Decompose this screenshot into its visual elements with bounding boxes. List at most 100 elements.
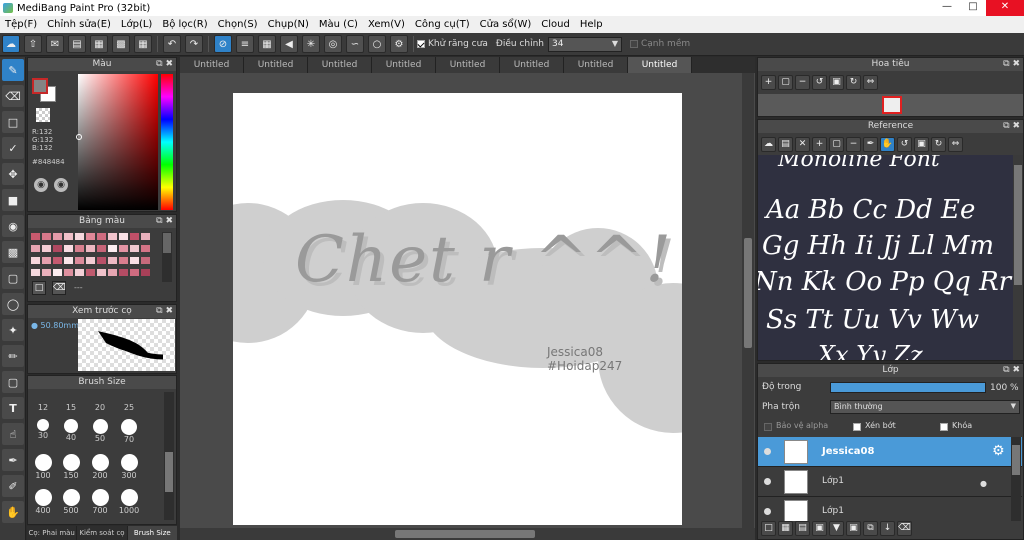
panel-float-close-icons[interactable]: ⧉ ✖ — [156, 58, 173, 71]
actual-size-icon[interactable]: ▣ — [829, 75, 844, 90]
swatch-chip[interactable] — [42, 233, 51, 240]
add-swatch-icon[interactable]: □ — [32, 281, 46, 295]
tab-brush-control[interactable]: Kiểm soát cọ — [77, 526, 128, 540]
rotate-left-icon[interactable]: ↺ — [812, 75, 827, 90]
lock-checkbox[interactable] — [940, 423, 948, 431]
fit-icon[interactable]: ▢ — [778, 75, 793, 90]
snap-curve-icon[interactable]: ∽ — [346, 35, 364, 53]
magic-wand-icon[interactable]: ✦ — [2, 319, 24, 341]
swatch-chip[interactable] — [64, 245, 73, 252]
doc-tab[interactable]: Untitled — [372, 57, 436, 73]
snap-settings-icon[interactable]: ⚙ — [390, 35, 408, 53]
doc-tab[interactable]: Untitled — [180, 57, 244, 73]
share-icon[interactable]: ⇧ — [24, 35, 42, 53]
navigator-preview[interactable] — [758, 94, 1023, 116]
swatch-grid[interactable] — [30, 232, 160, 280]
close-reference-icon[interactable]: ✕ — [795, 137, 810, 152]
swatch-chip[interactable] — [42, 245, 51, 252]
doc-tab[interactable]: Untitled — [500, 57, 564, 73]
new-folder-icon[interactable]: ▣ — [846, 521, 861, 536]
swatch-chip[interactable] — [53, 233, 62, 240]
doc-tab[interactable]: Untitled — [308, 57, 372, 73]
swatch-chip[interactable] — [97, 233, 106, 240]
swatch-chip[interactable] — [108, 233, 117, 240]
menu-cloud[interactable]: Cloud — [536, 19, 575, 30]
bucket-tool-icon[interactable]: ◉ — [2, 215, 24, 237]
rotate-right-icon[interactable]: ↻ — [931, 137, 946, 152]
pen-tool-icon[interactable]: ✐ — [2, 475, 24, 497]
fill-shape-icon[interactable]: ■ — [2, 189, 24, 211]
maximize-button[interactable]: □ — [960, 0, 986, 16]
snap-off-icon[interactable]: ⊘ — [214, 35, 232, 53]
panel-float-close-icons[interactable]: ⧉ ✖ — [1003, 120, 1020, 133]
eyedropper-icon[interactable]: ✒ — [863, 137, 878, 152]
flip-icon[interactable]: ⇔ — [863, 75, 878, 90]
brush-size-cell[interactable]: 25 — [114, 403, 144, 412]
panel-float-close-icons[interactable]: ⧉ ✖ — [156, 215, 173, 228]
zoom-in-icon[interactable]: + — [812, 137, 827, 152]
layer-row[interactable]: Lớp1 ● — [758, 467, 1022, 497]
menu-select[interactable]: Chọn(S) — [213, 19, 263, 30]
swatch-chip[interactable] — [64, 257, 73, 264]
doc-tab[interactable]: Untitled — [564, 57, 628, 73]
snap-grid-icon[interactable]: ▦ — [258, 35, 276, 53]
layer-row[interactable]: Lớp1 — [758, 497, 1022, 521]
brush-tool-icon[interactable]: ✎ — [2, 59, 24, 81]
add-layer-menu-icon[interactable]: ▼ — [829, 521, 844, 536]
swatch-chip[interactable] — [31, 269, 40, 276]
brush-size-cell[interactable]: 40 — [56, 419, 86, 442]
swatch-chip[interactable] — [75, 245, 84, 252]
swatch-chip[interactable] — [119, 269, 128, 276]
swatch-chip[interactable] — [97, 257, 106, 264]
snap-perspective-icon[interactable]: ◀ — [280, 35, 298, 53]
swatch-chip[interactable] — [86, 257, 95, 264]
text-tool-icon[interactable]: T — [2, 397, 24, 419]
brush-size-cell[interactable]: 15 — [56, 403, 86, 412]
swatch-chip[interactable] — [108, 257, 117, 264]
brush-size-grid[interactable]: 12 15 20 25 30 40 50 70 100 150 200 300 … — [28, 389, 162, 525]
eye-icon[interactable] — [764, 448, 771, 455]
swatch-chip[interactable] — [130, 269, 139, 276]
adjust-select[interactable]: 34 ▼ — [547, 36, 622, 52]
brush-size-cell[interactable]: 500 — [56, 489, 86, 515]
swatch-chip[interactable] — [53, 269, 62, 276]
brush-size-cell[interactable]: 200 — [85, 454, 115, 480]
brush-size-cell[interactable]: 12 — [28, 403, 58, 412]
select-pen-icon[interactable]: ✏ — [2, 345, 24, 367]
brush-size-cell[interactable]: 50 — [85, 419, 115, 443]
swatch-chip[interactable] — [130, 245, 139, 252]
sharp-edge-checkbox[interactable] — [629, 40, 638, 48]
fit-icon[interactable]: ▢ — [829, 137, 844, 152]
swatch-chip[interactable] — [86, 269, 95, 276]
eye-icon[interactable] — [764, 508, 771, 515]
menu-filter[interactable]: Bộ lọc(R) — [157, 19, 212, 30]
swatch-chip[interactable] — [119, 233, 128, 240]
brush-size-cell[interactable]: 1000 — [114, 489, 144, 515]
redo-icon[interactable]: ↷ — [185, 35, 203, 53]
swatch-chip[interactable] — [141, 245, 150, 252]
color-mix-icon[interactable]: ◉ — [54, 178, 68, 192]
reference-scrollbar[interactable] — [1013, 155, 1023, 360]
menu-help[interactable]: Help — [575, 19, 608, 30]
swatch-chip[interactable] — [75, 257, 84, 264]
menu-view[interactable]: Xem(V) — [363, 19, 410, 30]
move-tool-icon[interactable]: ✥ — [2, 163, 24, 185]
new-1bit-layer-icon[interactable]: ▣ — [812, 521, 827, 536]
swatch-chip[interactable] — [42, 269, 51, 276]
tab-brush-fade[interactable]: Cọ: Phai màu — [27, 526, 78, 540]
operation-tool-icon[interactable]: ☝ — [2, 423, 24, 445]
swatch-chip[interactable] — [31, 257, 40, 264]
dot-tool-icon[interactable]: ✓ — [2, 137, 24, 159]
menu-layer[interactable]: Lớp(L) — [116, 19, 157, 30]
lasso-tool-icon[interactable]: ◯ — [2, 293, 24, 315]
opacity-slider[interactable] — [830, 382, 986, 393]
comment-icon[interactable]: ✉ — [46, 35, 64, 53]
swatch-scrollbar[interactable] — [162, 232, 172, 282]
swatch-chip[interactable] — [141, 269, 150, 276]
hue-slider[interactable] — [161, 74, 173, 210]
snap-ellipse-icon[interactable]: ○ — [368, 35, 386, 53]
layer-scrollbar[interactable] — [1011, 437, 1021, 521]
reference-image[interactable]: Monoline Font Aa Bb Cc Dd Ee Gg Hh Ii Jj… — [758, 155, 1023, 360]
duplicate-layer-icon[interactable]: ⧉ — [863, 521, 878, 536]
swatch-chip[interactable] — [75, 233, 84, 240]
